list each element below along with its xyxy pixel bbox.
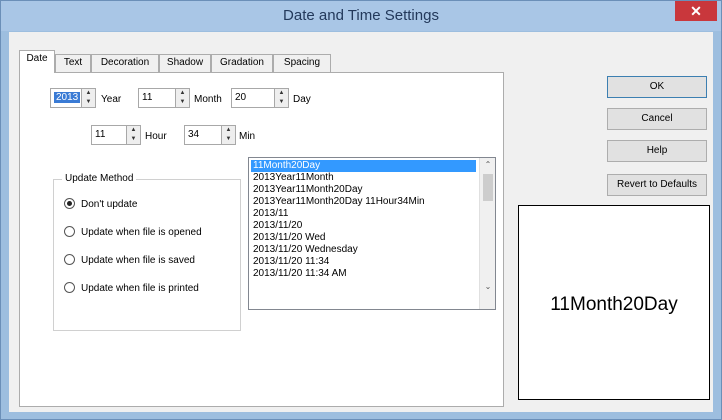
tab-date[interactable]: Date xyxy=(19,50,55,73)
scroll-thumb[interactable] xyxy=(483,174,493,201)
update-method-title: Update Method xyxy=(62,173,137,184)
day-spin-buttons[interactable]: ▲ ▼ xyxy=(274,89,288,107)
list-item[interactable]: 2013/11/20 Wednesday xyxy=(251,244,476,256)
month-spinner[interactable]: 11 ▲ ▼ xyxy=(138,88,190,108)
dialog-window: Date and Time Settings ✕ Date Text Decor… xyxy=(0,0,722,420)
month-label: Month xyxy=(194,94,222,105)
day-value[interactable]: 20 xyxy=(235,92,246,103)
hour-label: Hour xyxy=(145,131,167,142)
radio-icon[interactable] xyxy=(64,254,75,265)
spin-down-icon: ▼ xyxy=(225,136,232,142)
hour-value[interactable]: 11 xyxy=(95,129,105,140)
spin-up-icon: ▲ xyxy=(130,127,137,133)
spin-up-icon: ▲ xyxy=(179,90,186,96)
dialog-client-area: Date Text Decoration Shadow Gradation Sp… xyxy=(9,32,713,412)
tab-decoration[interactable]: Decoration xyxy=(91,54,159,72)
day-label: Day xyxy=(293,94,311,105)
list-scrollbar[interactable]: ⌃ ⌄ xyxy=(479,158,495,309)
date-tab-panel: 2013 ▲ ▼ Year 11 ▲ ▼ Month 20 ▲ ▼ Day 11 ▲ ▼… xyxy=(19,72,504,407)
list-item[interactable]: 2013/11/20 11:34 AM xyxy=(251,268,476,280)
spin-down-icon: ▼ xyxy=(179,99,186,105)
year-label: Year xyxy=(101,94,122,105)
spin-down-icon: ▼ xyxy=(278,99,285,105)
minute-value[interactable]: 34 xyxy=(188,129,199,140)
preview-text: 11Month20Day xyxy=(550,294,678,315)
radio-icon[interactable] xyxy=(64,226,75,237)
year-value[interactable]: 2013 xyxy=(54,92,81,103)
year-spin-buttons[interactable]: ▲ ▼ xyxy=(81,89,95,107)
list-item[interactable]: 2013/11/20 11:34 xyxy=(251,256,476,268)
date-format-list[interactable]: 11Month20Day 2013Year11Month 2013Year11M… xyxy=(248,157,496,310)
list-item[interactable]: 2013/11/20 Wed xyxy=(251,232,476,244)
list-item[interactable]: 2013Year11Month20Day xyxy=(251,184,476,196)
tab-gradation[interactable]: Gradation xyxy=(211,54,273,72)
tab-spacing[interactable]: Spacing xyxy=(273,54,331,72)
spin-down-icon: ▼ xyxy=(85,99,92,105)
month-value[interactable]: 11 xyxy=(142,92,152,103)
radio-update-saved[interactable]: Update when file is saved xyxy=(64,254,195,266)
update-method-group: Update Method Don't update Update when f… xyxy=(53,173,241,331)
scroll-up-icon[interactable]: ⌃ xyxy=(480,158,495,172)
minute-label: Min xyxy=(239,131,256,142)
year-spinner[interactable]: 2013 ▲ ▼ xyxy=(50,88,96,108)
list-item[interactable]: 2013/11/20 xyxy=(251,220,476,232)
title-bar[interactable]: Date and Time Settings ✕ xyxy=(1,1,721,31)
list-item[interactable]: 2013Year11Month xyxy=(251,172,476,184)
tab-shadow[interactable]: Shadow xyxy=(159,54,211,72)
minute-spinner[interactable]: 34 ▲ ▼ xyxy=(184,125,236,145)
window-title: Date and Time Settings xyxy=(283,7,439,24)
help-button[interactable]: Help xyxy=(607,140,707,162)
spin-down-icon: ▼ xyxy=(130,136,137,142)
close-icon: ✕ xyxy=(690,3,702,19)
tab-text[interactable]: Text xyxy=(55,54,91,72)
day-spinner[interactable]: 20 ▲ ▼ xyxy=(231,88,289,108)
hour-spin-buttons[interactable]: ▲ ▼ xyxy=(126,126,140,144)
spin-up-icon: ▲ xyxy=(278,90,285,96)
month-spin-buttons[interactable]: ▲ ▼ xyxy=(175,89,189,107)
spin-up-icon: ▲ xyxy=(225,127,232,133)
list-item[interactable]: 2013/11 xyxy=(251,208,476,220)
radio-selected-icon[interactable] xyxy=(64,198,75,209)
radio-update-printed[interactable]: Update when file is printed xyxy=(64,282,199,294)
list-item[interactable]: 2013Year11Month20Day 11Hour34Min xyxy=(251,196,476,208)
spin-up-icon: ▲ xyxy=(85,90,92,96)
hour-spinner[interactable]: 11 ▲ ▼ xyxy=(91,125,141,145)
close-button[interactable]: ✕ xyxy=(675,1,717,21)
minute-spin-buttons[interactable]: ▲ ▼ xyxy=(221,126,235,144)
radio-dont-update[interactable]: Don't update xyxy=(64,198,137,210)
revert-to-defaults-button[interactable]: Revert to Defaults xyxy=(607,174,707,196)
list-item[interactable]: 11Month20Day xyxy=(251,160,476,172)
scroll-down-icon[interactable]: ⌄ xyxy=(480,280,495,294)
radio-update-opened[interactable]: Update when file is opened xyxy=(64,226,202,238)
preview-pane: 11Month20Day xyxy=(518,205,710,400)
ok-button[interactable]: OK xyxy=(607,76,707,98)
cancel-button[interactable]: Cancel xyxy=(607,108,707,130)
radio-icon[interactable] xyxy=(64,282,75,293)
